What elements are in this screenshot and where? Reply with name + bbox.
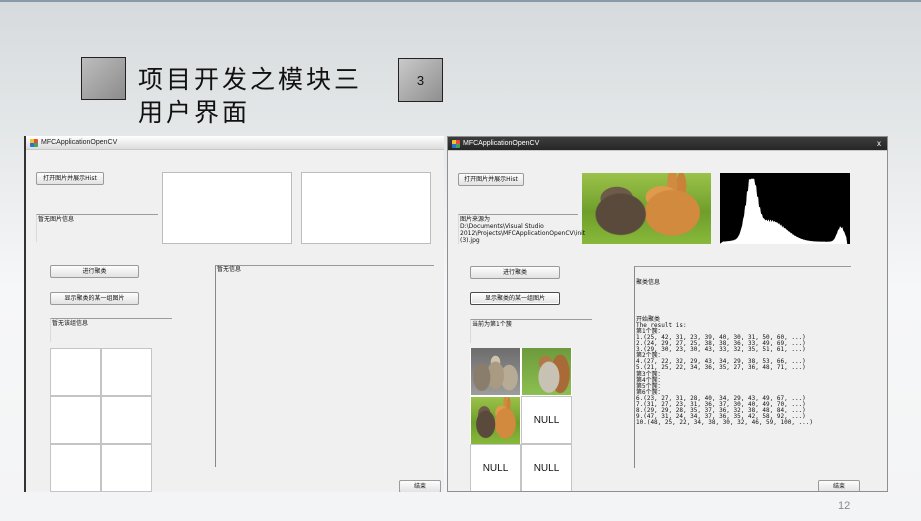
left-titlebar: MFCApplicationOpenCV	[26, 136, 444, 150]
slide-title-line2: 用户界面	[138, 98, 251, 127]
cluster-info-panel: 聚类信息 开始聚类 The result is: 第1个簇： 1.(25, 42, 3…	[634, 266, 851, 468]
title-bullet-square	[81, 57, 126, 100]
group-info-text: 暂无该组信息	[52, 320, 89, 327]
right-app-window: MFCApplicationOpenCV x 打开图片并展示Hist 图片来源为…	[447, 136, 888, 492]
section-number-badge: 3	[398, 58, 443, 102]
slide-title: 项目开发之模块三 用户界面	[138, 63, 398, 129]
current-group-text: 当前为第1个簇	[472, 321, 512, 328]
cluster-image-grid	[50, 348, 152, 492]
current-group-group: 当前为第1个簇	[470, 319, 592, 343]
grid-cell-empty: NULL	[521, 444, 572, 491]
app-icon	[30, 139, 38, 147]
cluster-image-grid: NULL NULL NULL	[470, 348, 572, 491]
grid-cell-empty: NULL	[470, 444, 521, 491]
grid-cell	[50, 396, 101, 444]
grid-cell-empty: NULL	[521, 396, 572, 444]
cluster-image-squirrel	[522, 348, 571, 395]
end-button[interactable]: 结束	[818, 480, 860, 491]
null-label: NULL	[533, 415, 560, 426]
close-icon[interactable]: x	[877, 137, 881, 151]
null-label: NULL	[533, 463, 560, 474]
right-titlebar: MFCApplicationOpenCV x	[448, 137, 887, 151]
cluster-info-header: 聚类信息	[636, 279, 661, 287]
grid-cell	[50, 444, 101, 492]
page-number: 12	[838, 500, 851, 512]
show-group-button[interactable]: 显示聚类的某一组图片	[50, 292, 139, 305]
grid-cell	[50, 348, 101, 396]
image-path-text: D:\Documents\Visual Studio 2012\Projects…	[460, 223, 586, 244]
null-label: NULL	[482, 463, 509, 474]
histogram-chart	[720, 178, 848, 244]
source-image-rabbits	[582, 173, 711, 244]
cluster-image-rabbits	[471, 397, 520, 444]
left-window-title: MFCApplicationOpenCV	[41, 139, 118, 146]
histogram-curve	[720, 178, 848, 244]
end-button[interactable]: 结束	[399, 480, 441, 492]
group-info-group: 暂无该组信息	[50, 318, 172, 342]
top-divider	[0, 0, 921, 2]
image-source-label: 图片来源为	[460, 216, 491, 223]
image-source-group: 图片来源为 D:\Documents\Visual Studio 2012\Pr…	[458, 214, 585, 244]
grid-cell	[101, 348, 152, 396]
image-info-group: 暂无图片信息	[36, 214, 158, 242]
app-icon	[452, 140, 460, 148]
cluster-button[interactable]: 进行聚类	[50, 265, 139, 278]
histogram-image	[720, 173, 850, 244]
slide-title-line1: 项目开发之模块三	[138, 65, 363, 94]
result-info-text: 暂无信息	[217, 266, 242, 273]
result-info-panel: 暂无信息	[215, 265, 434, 467]
open-image-button[interactable]: 打开图片并展示Hist	[458, 173, 524, 186]
image-display-box	[162, 172, 292, 244]
cluster-image-ducklings	[471, 348, 520, 395]
right-window-title: MFCApplicationOpenCV	[463, 140, 540, 147]
open-image-button[interactable]: 打开图片并展示Hist	[36, 172, 104, 185]
histogram-display-box	[301, 172, 431, 244]
grid-cell	[101, 444, 152, 492]
cluster-info-lines: 开始聚类 The result is: 第1个簇： 1.(25, 42, 31, 23…	[636, 316, 814, 427]
grid-cell	[101, 396, 152, 444]
cluster-button[interactable]: 进行聚类	[470, 266, 560, 279]
show-group-button[interactable]: 显示聚类的某一组图片	[470, 292, 560, 305]
left-app-window: MFCApplicationOpenCV 打开图片并展示Hist 暂无图片信息 …	[24, 136, 444, 492]
image-info-text: 暂无图片信息	[38, 216, 75, 223]
cluster-info-line: 10.(48, 25, 22, 34, 38, 30, 32, 46, 59, …	[636, 419, 814, 427]
